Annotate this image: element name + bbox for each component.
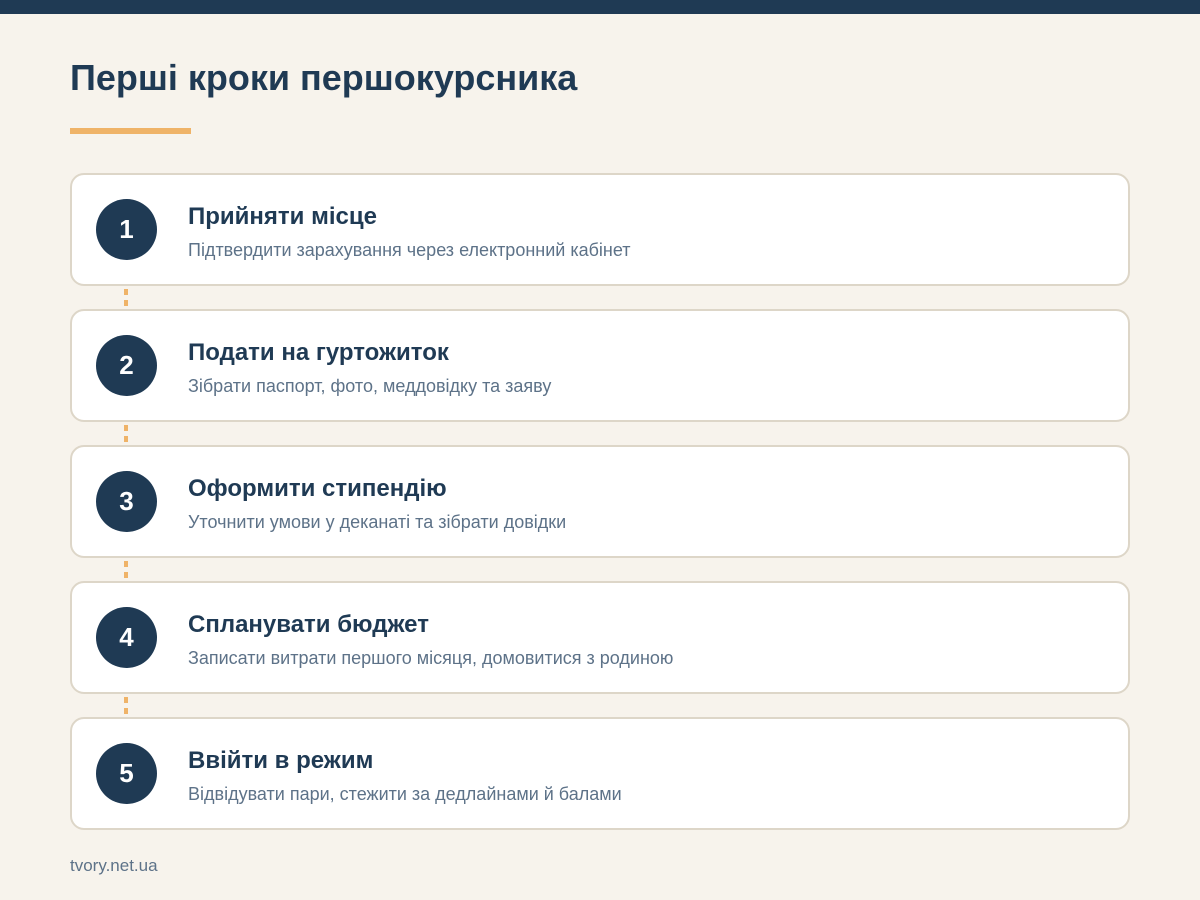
page-title: Перші кроки першокурсника — [70, 57, 578, 98]
step-description: Уточнити умови у деканаті та зібрати дов… — [188, 512, 567, 532]
steps-list: 1 Прийняти місце Підтвердити зарахування… — [70, 173, 1130, 830]
step-title: Оформити стипендію — [188, 475, 447, 502]
step-number-badge: 1 — [96, 199, 157, 260]
top-bar — [0, 0, 1200, 14]
step-number-badge: 3 — [96, 471, 157, 532]
step-description: Записати витрати першого місяця, домовит… — [188, 648, 674, 668]
step-number-badge: 2 — [96, 335, 157, 396]
step-description: Підтвердити зарахування через електронни… — [188, 240, 631, 260]
step-card-5: 5 Ввійти в режим Відвідувати пари, стежи… — [70, 717, 1130, 830]
step-card-4: 4 Спланувати бюджет Записати витрати пер… — [70, 581, 1130, 694]
step-card-3: 3 Оформити стипендію Уточнити умови у де… — [70, 445, 1130, 558]
step-connector — [124, 422, 128, 445]
step-number-badge: 5 — [96, 743, 157, 804]
footer-source: tvory.net.ua — [70, 856, 158, 875]
step-description: Зібрати паспорт, фото, меддовідку та зая… — [188, 376, 552, 396]
step-number-badge: 4 — [96, 607, 157, 668]
step-connector — [124, 286, 128, 309]
step-card-1: 1 Прийняти місце Підтвердити зарахування… — [70, 173, 1130, 286]
step-title: Прийняти місце — [188, 203, 377, 230]
step-description: Відвідувати пари, стежити за дедлайнами … — [188, 784, 622, 804]
step-title: Спланувати бюджет — [188, 611, 429, 638]
step-connector — [124, 694, 128, 717]
step-title: Подати на гуртожиток — [188, 339, 449, 366]
step-connector — [124, 558, 128, 581]
step-card-2: 2 Подати на гуртожиток Зібрати паспорт, … — [70, 309, 1130, 422]
title-underline — [70, 128, 191, 134]
step-title: Ввійти в режим — [188, 747, 374, 774]
